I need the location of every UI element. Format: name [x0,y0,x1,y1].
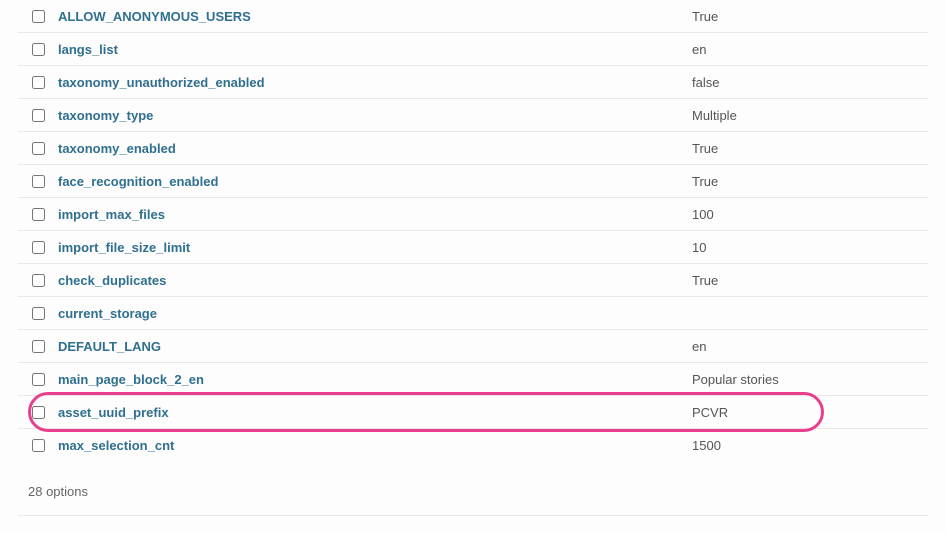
row-value-cell: Popular stories [688,364,928,395]
row-checkbox-cell [18,238,58,257]
table-row: DEFAULT_LANG en [18,330,928,363]
row-key-cell: asset_uuid_prefix [58,397,688,428]
row-key-cell: taxonomy_unauthorized_enabled [58,67,688,98]
row-checkbox[interactable] [32,208,45,221]
row-checkbox-cell [18,40,58,59]
row-checkbox[interactable] [32,340,45,353]
table-row: import_max_files 100 [18,198,928,231]
row-checkbox-cell [18,106,58,125]
row-checkbox[interactable] [32,307,45,320]
row-value-cell: True [688,1,928,32]
row-value-cell: True [688,133,928,164]
option-key-link[interactable]: max_selection_cnt [58,438,174,453]
option-key-link[interactable]: ALLOW_ANONYMOUS_USERS [58,9,251,24]
option-key-link[interactable]: taxonomy_unauthorized_enabled [58,75,265,90]
row-checkbox-cell [18,436,58,455]
table-row: taxonomy_enabled True [18,132,928,165]
option-key-link[interactable]: taxonomy_enabled [58,141,176,156]
option-key-link[interactable]: face_recognition_enabled [58,174,218,189]
row-checkbox[interactable] [32,10,45,23]
option-key-link[interactable]: DEFAULT_LANG [58,339,161,354]
row-checkbox[interactable] [32,274,45,287]
options-count-label: 28 options [28,484,88,499]
option-key-link[interactable]: taxonomy_type [58,108,153,123]
table-row: ALLOW_ANONYMOUS_USERS True [18,0,928,33]
row-checkbox[interactable] [32,43,45,56]
option-key-link[interactable]: check_duplicates [58,273,166,288]
row-checkbox-cell [18,139,58,158]
table-row: face_recognition_enabled True [18,165,928,198]
row-value-cell: false [688,67,928,98]
row-key-cell: taxonomy_type [58,100,688,131]
row-key-cell: current_storage [58,298,688,329]
row-value-cell: en [688,34,928,65]
table-row: taxonomy_type Multiple [18,99,928,132]
table-row: max_selection_cnt 1500 [18,429,928,462]
row-checkbox[interactable] [32,241,45,254]
row-key-cell: ALLOW_ANONYMOUS_USERS [58,1,688,32]
option-key-link[interactable]: asset_uuid_prefix [58,405,169,420]
options-count-footer: 28 options [18,468,928,516]
row-checkbox-cell [18,271,58,290]
table-row: import_file_size_limit 10 [18,231,928,264]
table-row: taxonomy_unauthorized_enabled false [18,66,928,99]
row-key-cell: main_page_block_2_en [58,364,688,395]
option-key-link[interactable]: langs_list [58,42,118,57]
table-row: main_page_block_2_en Popular stories [18,363,928,396]
row-checkbox-cell [18,172,58,191]
option-key-link[interactable]: current_storage [58,306,157,321]
option-key-link[interactable]: import_max_files [58,207,165,222]
row-value-cell: True [688,265,928,296]
row-checkbox[interactable] [32,109,45,122]
row-checkbox[interactable] [32,439,45,452]
row-checkbox-cell [18,403,58,422]
row-checkbox-cell [18,370,58,389]
row-value-cell: True [688,166,928,197]
table-row: check_duplicates True [18,264,928,297]
row-value-cell: 1500 [688,430,928,461]
row-key-cell: max_selection_cnt [58,430,688,461]
row-checkbox[interactable] [32,406,45,419]
option-key-link[interactable]: main_page_block_2_en [58,372,204,387]
options-table: ALLOW_ANONYMOUS_USERSTruelangs_listentax… [18,0,928,462]
row-checkbox[interactable] [32,76,45,89]
row-value-cell: en [688,331,928,362]
row-checkbox-cell [18,205,58,224]
row-value-cell [688,305,928,321]
table-row: langs_list en [18,33,928,66]
table-row: asset_uuid_prefix PCVR [18,396,928,429]
row-key-cell: langs_list [58,34,688,65]
row-key-cell: import_max_files [58,199,688,230]
row-key-cell: face_recognition_enabled [58,166,688,197]
row-key-cell: DEFAULT_LANG [58,331,688,362]
row-key-cell: taxonomy_enabled [58,133,688,164]
row-key-cell: check_duplicates [58,265,688,296]
row-value-cell: 100 [688,199,928,230]
option-key-link[interactable]: import_file_size_limit [58,240,190,255]
table-row: current_storage [18,297,928,330]
row-value-cell: PCVR [688,397,928,428]
row-value-cell: 10 [688,232,928,263]
row-checkbox[interactable] [32,142,45,155]
row-key-cell: import_file_size_limit [58,232,688,263]
row-checkbox-cell [18,73,58,92]
row-checkbox-cell [18,7,58,26]
row-checkbox-cell [18,304,58,323]
row-value-cell: Multiple [688,100,928,131]
row-checkbox[interactable] [32,373,45,386]
row-checkbox[interactable] [32,175,45,188]
row-checkbox-cell [18,337,58,356]
